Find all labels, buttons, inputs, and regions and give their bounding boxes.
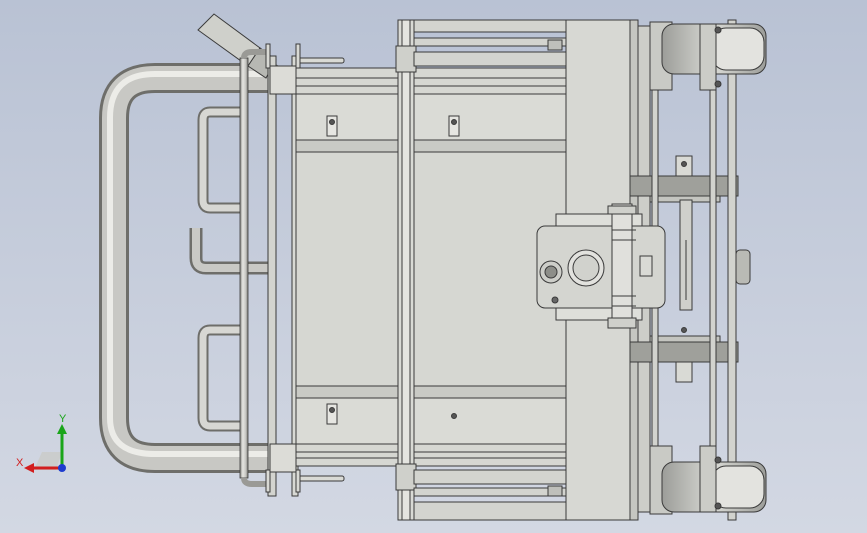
- caster-wheel-top[interactable]: [649, 21, 767, 91]
- triad-x-label: X: [16, 457, 24, 469]
- hydraulic-pump-unit[interactable]: [536, 199, 693, 329]
- triad-y-label: Y: [59, 413, 67, 425]
- top-bolts: [265, 43, 345, 69]
- grip-upper[interactable]: [197, 106, 240, 214]
- grip-lower[interactable]: [197, 324, 240, 432]
- cad-viewport[interactable]: X Y: [0, 0, 867, 533]
- pallet-truck-top-view-model[interactable]: [0, 0, 867, 533]
- triad-y-arrow-icon: [57, 424, 67, 434]
- coordinate-triad: X Y: [16, 413, 67, 473]
- grip-lower-inner: [199, 326, 240, 430]
- triad-x-arrow-icon: [24, 463, 34, 473]
- frame-left-uprights[interactable]: [267, 55, 299, 497]
- bottom-bolts: [265, 469, 345, 493]
- caster-wheel-bottom[interactable]: [649, 445, 767, 515]
- control-lever[interactable]: [189, 228, 270, 275]
- triad-z-axis-icon: [58, 464, 66, 472]
- mast-column[interactable]: [395, 19, 417, 521]
- rear-guide-rails[interactable]: [651, 19, 751, 521]
- grip-upper-inner: [199, 108, 240, 212]
